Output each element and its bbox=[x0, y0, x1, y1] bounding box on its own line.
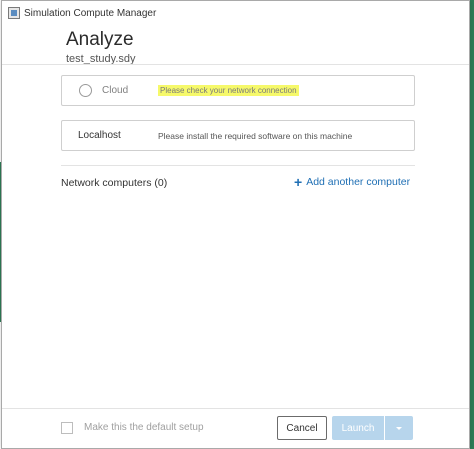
cancel-button[interactable]: Cancel bbox=[277, 416, 327, 440]
launch-dropdown-button[interactable] bbox=[385, 416, 413, 440]
window-title: Simulation Compute Manager bbox=[24, 7, 157, 19]
background-green-strip-right bbox=[470, 0, 474, 449]
app-icon bbox=[8, 7, 20, 19]
page-title: Analyze bbox=[66, 29, 134, 50]
launch-button[interactable]: Launch bbox=[332, 416, 384, 440]
localhost-status-message: Please install the required software on … bbox=[158, 130, 353, 141]
cloud-status-message: Please check your network connection bbox=[158, 85, 299, 96]
default-setup-checkbox[interactable] bbox=[61, 422, 73, 434]
section-divider bbox=[61, 165, 415, 166]
network-computers-label: Network computers (0) bbox=[61, 177, 168, 189]
add-another-computer-label: Add another computer bbox=[306, 176, 411, 188]
localhost-option-card[interactable]: Localhost Please install the required so… bbox=[61, 120, 415, 151]
compute-manager-dialog: Simulation Compute Manager Analyze test_… bbox=[1, 0, 470, 449]
header-divider bbox=[2, 64, 469, 65]
radio-unselected-icon[interactable] bbox=[79, 84, 92, 97]
add-another-computer-link[interactable]: + Add another computer bbox=[294, 174, 411, 190]
cloud-option-card[interactable]: Cloud Please check your network connecti… bbox=[61, 75, 415, 106]
chevron-down-icon bbox=[396, 426, 402, 430]
cloud-option-label: Cloud bbox=[102, 85, 129, 96]
plus-icon: + bbox=[294, 174, 303, 190]
dialog-header: Analyze test_study.sdy bbox=[66, 29, 136, 65]
localhost-option-label: Localhost bbox=[78, 130, 121, 141]
footer-divider bbox=[2, 408, 469, 409]
default-setup-label: Make this the default setup bbox=[84, 422, 204, 433]
title-bar[interactable]: Simulation Compute Manager bbox=[2, 1, 469, 25]
